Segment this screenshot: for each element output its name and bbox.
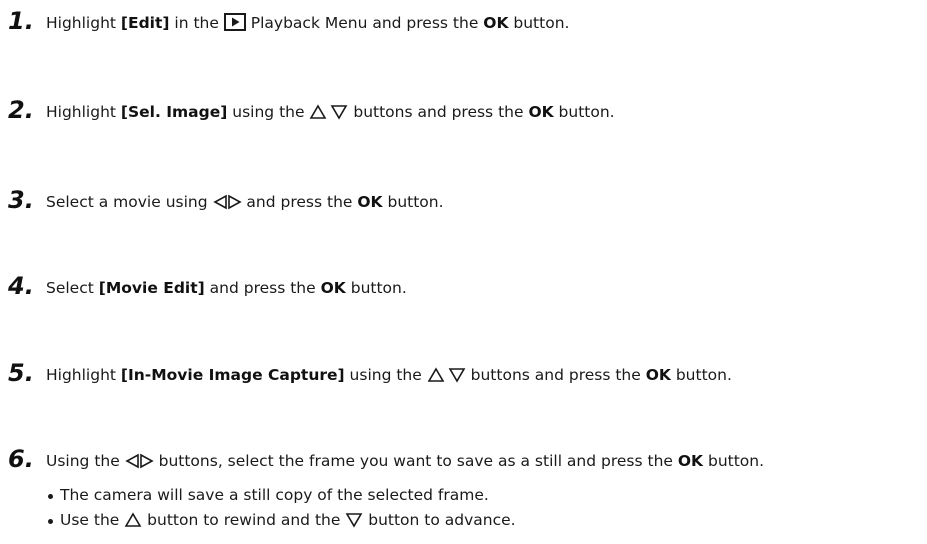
right-triangle-icon [227, 194, 242, 215]
step-number: 3. [8, 186, 34, 214]
step-5: 5. Highlight [In-Movie Image Capture] us… [8, 358, 919, 392]
ok-label: OK [677, 452, 704, 470]
down-triangle-icon [448, 367, 466, 388]
step-number: 5. [8, 359, 34, 387]
bullet-dot [48, 519, 53, 524]
step-6-notes: The camera will save a still copy of the… [48, 485, 919, 535]
left-triangle-icon [212, 194, 227, 215]
step-number: 2. [8, 96, 34, 124]
right-triangle-icon [139, 453, 154, 474]
left-triangle-icon [125, 453, 139, 474]
step-4: 4. Select [Movie Edit] and press the OK … [8, 271, 919, 305]
ok-label: OK [645, 366, 671, 384]
menu-item-label: [Sel. Image] [120, 103, 228, 121]
step-6: 6. Using the buttons, select the frame y… [8, 444, 919, 478]
step-3: 3. Select a movie using and press the OK… [8, 185, 919, 219]
step-number: 6. [8, 445, 34, 473]
up-triangle-icon [309, 104, 327, 125]
step-text: Select [Movie Edit] and press the OK but… [46, 279, 407, 297]
step-2: 2. Highlight [Sel. Image] using the butt… [8, 95, 919, 129]
ok-label: OK [483, 14, 509, 32]
up-triangle-icon [427, 367, 445, 388]
down-triangle-icon [345, 512, 363, 533]
playback-menu-icon [223, 13, 246, 36]
step-text: Highlight [Sel. Image] using the buttons… [46, 102, 615, 125]
ok-label: OK [528, 103, 554, 121]
step-text: Highlight [In-Movie Image Capture] using… [46, 365, 732, 388]
menu-item-label: [Movie Edit] [98, 279, 205, 297]
step-1: 1. Highlight [Edit] in the Playback Menu… [8, 6, 919, 40]
step-number: 4. [8, 272, 34, 300]
menu-item-label: [In-Movie Image Capture] [120, 366, 345, 384]
list-item: The camera will save a still copy of the… [48, 485, 919, 510]
down-triangle-icon [330, 104, 348, 125]
step-text: Using the buttons, select the frame you … [46, 451, 764, 474]
up-triangle-icon [124, 512, 142, 533]
bullet-dot [48, 494, 53, 499]
step-text: Select a movie using and press the OK bu… [46, 192, 444, 215]
ok-label: OK [320, 279, 346, 297]
menu-item-label: [Edit] [120, 14, 170, 32]
step-text: Highlight [Edit] in the Playback Menu an… [46, 13, 569, 36]
ok-label: OK [357, 193, 383, 211]
list-item: Use the button to rewind and the button … [48, 510, 919, 535]
step-number: 1. [8, 7, 34, 35]
